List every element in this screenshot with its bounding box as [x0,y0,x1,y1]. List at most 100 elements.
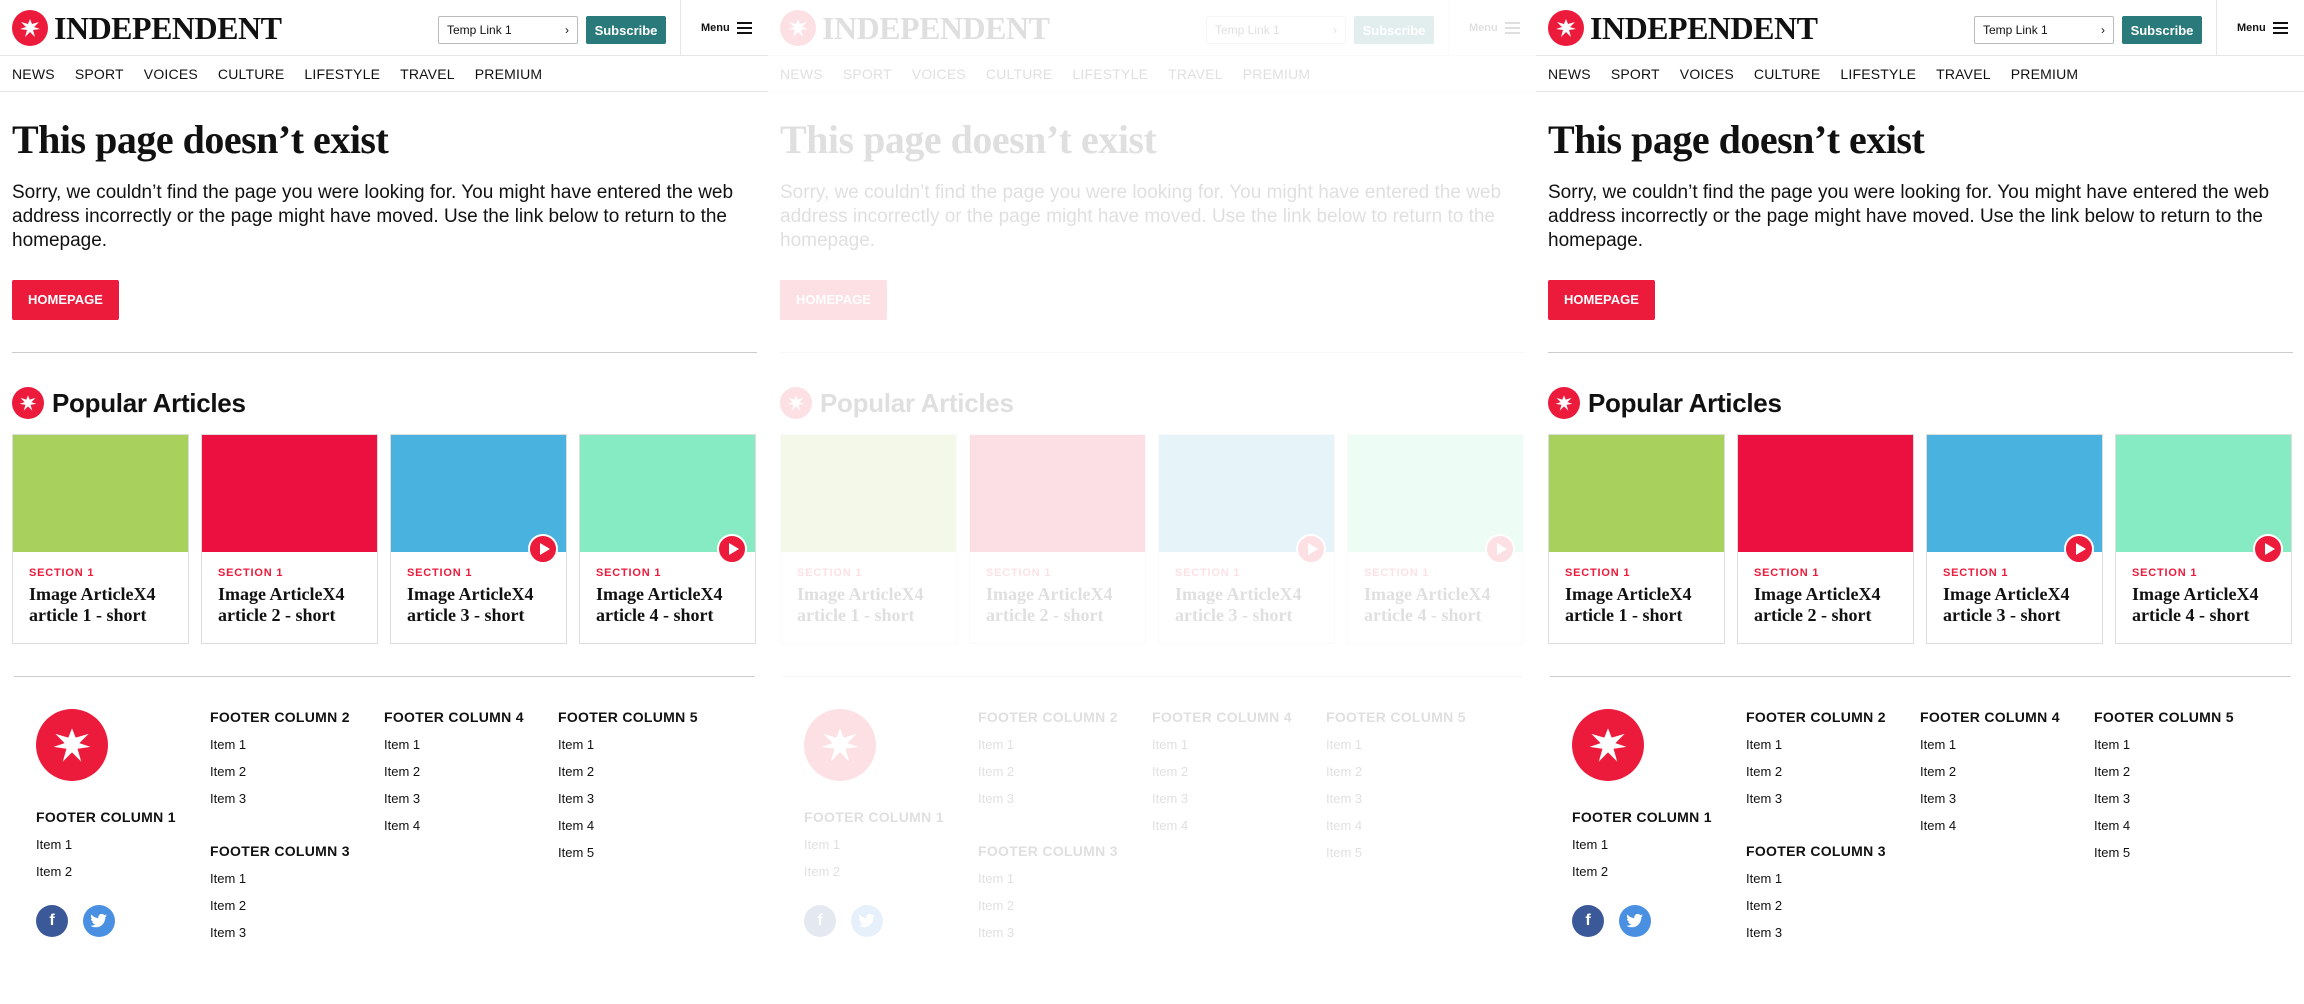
footer-link[interactable]: Item 3 [1326,791,1466,806]
article-card[interactable]: SECTION 1 Image ArticleX4 article 4 - sh… [579,434,756,644]
footer-link[interactable]: Item 1 [978,871,1118,886]
footer-link[interactable]: Item 3 [558,791,698,806]
footer-link[interactable]: Item 3 [384,791,524,806]
article-card[interactable]: SECTION 1 Image ArticleX4 article 1 - sh… [12,434,189,644]
footer-link[interactable]: Item 4 [1152,818,1292,833]
nav-item-premium[interactable]: PREMIUM [475,66,543,82]
eagle-icon[interactable] [1572,709,1644,781]
footer-link[interactable]: Item 3 [210,925,350,940]
article-title[interactable]: Image ArticleX4 article 4 - short [2132,584,2277,626]
nav-item-culture[interactable]: CULTURE [1754,66,1820,82]
footer-link[interactable]: Item 1 [558,737,698,752]
footer-link[interactable]: Item 2 [1746,764,1886,779]
footer-link[interactable]: Item 1 [210,737,350,752]
footer-link[interactable]: Item 2 [1746,898,1886,913]
eagle-icon[interactable] [804,709,876,781]
footer-link[interactable]: Item 3 [1920,791,2060,806]
footer-link[interactable]: Item 1 [210,871,350,886]
nav-item-lifestyle[interactable]: LIFESTYLE [1072,66,1148,82]
twitter-icon[interactable] [851,905,883,937]
article-card[interactable]: SECTION 1 Image ArticleX4 article 4 - sh… [2115,434,2292,644]
nav-item-voices[interactable]: VOICES [912,66,966,82]
nav-item-premium[interactable]: PREMIUM [1243,66,1311,82]
footer-link[interactable]: Item 1 [978,737,1118,752]
footer-link[interactable]: Item 2 [558,764,698,779]
footer-link[interactable]: Item 2 [978,898,1118,913]
nav-item-news[interactable]: NEWS [12,66,55,82]
article-title[interactable]: Image ArticleX4 article 2 - short [1754,584,1899,626]
menu-button[interactable]: Menu [1448,0,1537,56]
facebook-icon[interactable]: f [804,905,836,937]
nav-item-news[interactable]: NEWS [780,66,823,82]
footer-link[interactable]: Item 2 [804,864,944,879]
footer-link[interactable]: Item 1 [1920,737,2060,752]
homepage-button[interactable]: HOMEPAGE [1548,280,1655,320]
article-card[interactable]: SECTION 1 Image ArticleX4 article 1 - sh… [1548,434,1725,644]
nav-item-travel[interactable]: TRAVEL [1168,66,1223,82]
twitter-icon[interactable] [1619,905,1651,937]
footer-link[interactable]: Item 5 [1326,845,1466,860]
footer-link[interactable]: Item 3 [1746,791,1886,806]
article-title[interactable]: Image ArticleX4 article 1 - short [1565,584,1710,626]
footer-link[interactable]: Item 2 [1920,764,2060,779]
homepage-button[interactable]: HOMEPAGE [12,280,119,320]
article-title[interactable]: Image ArticleX4 article 4 - short [1364,584,1509,626]
article-card[interactable]: SECTION 1 Image ArticleX4 article 3 - sh… [1158,434,1335,644]
footer-link[interactable]: Item 2 [384,764,524,779]
play-icon[interactable] [1485,534,1515,564]
article-title[interactable]: Image ArticleX4 article 1 - short [29,584,174,626]
menu-button[interactable]: Menu [2216,0,2304,56]
footer-link[interactable]: Item 5 [558,845,698,860]
article-card[interactable]: SECTION 1 Image ArticleX4 article 3 - sh… [390,434,567,644]
site-logo[interactable]: INDEPENDENT [780,8,1050,48]
homepage-button[interactable]: HOMEPAGE [780,280,887,320]
nav-item-culture[interactable]: CULTURE [986,66,1052,82]
article-title[interactable]: Image ArticleX4 article 3 - short [1175,584,1320,626]
play-icon[interactable] [2253,534,2283,564]
footer-link[interactable]: Item 2 [1572,864,1712,879]
temp-link-select[interactable]: Temp Link 1 › [1206,16,1346,44]
article-card[interactable]: SECTION 1 Image ArticleX4 article 1 - sh… [780,434,957,644]
footer-link[interactable]: Item 1 [1152,737,1292,752]
temp-link-select[interactable]: Temp Link 1 › [1974,16,2114,44]
nav-item-sport[interactable]: SPORT [1611,66,1660,82]
article-card[interactable]: SECTION 1 Image ArticleX4 article 4 - sh… [1347,434,1524,644]
footer-link[interactable]: Item 4 [1326,818,1466,833]
footer-link[interactable]: Item 3 [1152,791,1292,806]
footer-link[interactable]: Item 2 [210,898,350,913]
footer-link[interactable]: Item 4 [1920,818,2060,833]
article-title[interactable]: Image ArticleX4 article 3 - short [407,584,552,626]
footer-link[interactable]: Item 2 [2094,764,2234,779]
nav-item-voices[interactable]: VOICES [1680,66,1734,82]
twitter-icon[interactable] [83,905,115,937]
footer-link[interactable]: Item 1 [1326,737,1466,752]
article-card[interactable]: SECTION 1 Image ArticleX4 article 3 - sh… [1926,434,2103,644]
nav-item-culture[interactable]: CULTURE [218,66,284,82]
article-title[interactable]: Image ArticleX4 article 2 - short [986,584,1131,626]
footer-link[interactable]: Item 1 [1572,837,1712,852]
nav-item-travel[interactable]: TRAVEL [400,66,455,82]
article-title[interactable]: Image ArticleX4 article 2 - short [218,584,363,626]
footer-link[interactable]: Item 1 [1746,737,1886,752]
article-title[interactable]: Image ArticleX4 article 4 - short [596,584,741,626]
footer-link[interactable]: Item 3 [2094,791,2234,806]
footer-link[interactable]: Item 1 [384,737,524,752]
footer-link[interactable]: Item 2 [36,864,176,879]
site-logo[interactable]: INDEPENDENT [1548,8,1818,48]
footer-link[interactable]: Item 3 [210,791,350,806]
nav-item-voices[interactable]: VOICES [144,66,198,82]
footer-link[interactable]: Item 1 [2094,737,2234,752]
facebook-icon[interactable]: f [1572,905,1604,937]
subscribe-button[interactable]: Subscribe [2122,16,2202,44]
footer-link[interactable]: Item 3 [1746,925,1886,940]
footer-link[interactable]: Item 1 [36,837,176,852]
play-icon[interactable] [1296,534,1326,564]
footer-link[interactable]: Item 4 [558,818,698,833]
nav-item-lifestyle[interactable]: LIFESTYLE [304,66,380,82]
eagle-icon[interactable] [36,709,108,781]
nav-item-news[interactable]: NEWS [1548,66,1591,82]
nav-item-travel[interactable]: TRAVEL [1936,66,1991,82]
footer-link[interactable]: Item 1 [1746,871,1886,886]
play-icon[interactable] [2064,534,2094,564]
footer-link[interactable]: Item 3 [978,925,1118,940]
